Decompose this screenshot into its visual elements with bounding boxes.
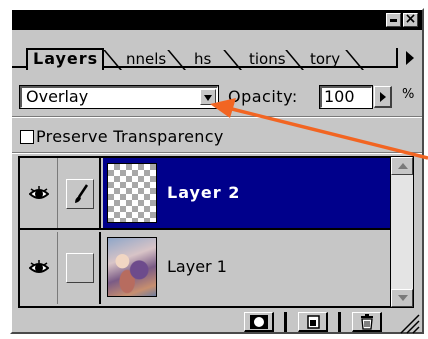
tab-actions[interactable]: tions xyxy=(249,50,286,68)
preserve-transparency-checkbox[interactable] xyxy=(20,130,34,144)
link-brush-toggle[interactable] xyxy=(59,232,101,304)
tab-paths[interactable]: hs xyxy=(194,50,211,68)
resize-grip-icon[interactable] xyxy=(398,312,420,334)
layer-1-content[interactable]: Layer 1 xyxy=(103,232,390,304)
blend-mode-select[interactable]: Overlay xyxy=(19,85,219,109)
divider xyxy=(12,152,422,154)
add-layer-mask-button[interactable] xyxy=(244,312,274,332)
layer-list: Layer 2 Layer 1 xyxy=(18,156,390,308)
preserve-transparency-row: Preserve Transparency xyxy=(12,122,422,150)
palette-titlebar[interactable]: × xyxy=(12,10,422,30)
divider xyxy=(12,116,422,118)
eye-icon xyxy=(29,260,49,273)
layer-thumbnail xyxy=(107,237,157,297)
layer-row[interactable]: Layer 2 xyxy=(20,158,390,230)
trash-icon xyxy=(361,314,373,330)
blend-mode-value: Overlay xyxy=(26,87,89,106)
layer-mask-icon xyxy=(250,315,268,329)
minimize-button[interactable] xyxy=(386,13,401,27)
eye-icon xyxy=(29,186,49,199)
palette-tabs: Layers nnels hs tions tory xyxy=(12,30,422,70)
palette-menu-button[interactable] xyxy=(396,48,422,68)
brush-cell-frame xyxy=(66,253,94,283)
opacity-input[interactable]: 100 xyxy=(319,85,373,109)
layer-row[interactable]: Layer 1 xyxy=(20,232,390,304)
opacity-unit: % xyxy=(402,87,415,102)
layer-list-scrollbar[interactable] xyxy=(390,156,414,308)
tab-history[interactable]: tory xyxy=(310,50,340,68)
visibility-toggle[interactable] xyxy=(20,232,58,304)
link-brush-toggle[interactable] xyxy=(59,158,101,228)
new-layer-icon xyxy=(307,315,320,329)
visibility-toggle[interactable] xyxy=(20,158,58,228)
layer-thumbnail xyxy=(107,163,157,223)
layers-palette: × Layers nnels hs tions tory Overlay Opa… xyxy=(10,8,424,334)
opacity-slider-button[interactable] xyxy=(374,86,392,108)
palette-bottom-bar xyxy=(12,310,422,334)
brush-cell-frame xyxy=(66,179,94,209)
tab-channels[interactable]: nnels xyxy=(126,50,166,68)
scroll-down-button[interactable] xyxy=(391,289,413,307)
layer-name: Layer 2 xyxy=(167,183,241,202)
opacity-label: Opacity: xyxy=(228,87,298,106)
new-layer-button[interactable] xyxy=(298,312,328,332)
delete-layer-button[interactable] xyxy=(352,312,382,332)
button-separator xyxy=(284,312,287,332)
button-separator xyxy=(338,312,341,332)
blend-controls: Overlay Opacity: 100 % xyxy=(12,70,422,110)
paintbrush-icon xyxy=(75,184,89,203)
close-button[interactable]: × xyxy=(403,12,418,27)
chevron-down-icon[interactable] xyxy=(200,89,216,105)
preserve-transparency-label: Preserve Transparency xyxy=(36,127,224,146)
layer-2-content[interactable]: Layer 2 xyxy=(103,158,390,228)
scroll-up-button[interactable] xyxy=(391,157,413,175)
tab-layers[interactable]: Layers xyxy=(26,48,105,70)
layer-name: Layer 1 xyxy=(167,257,227,276)
